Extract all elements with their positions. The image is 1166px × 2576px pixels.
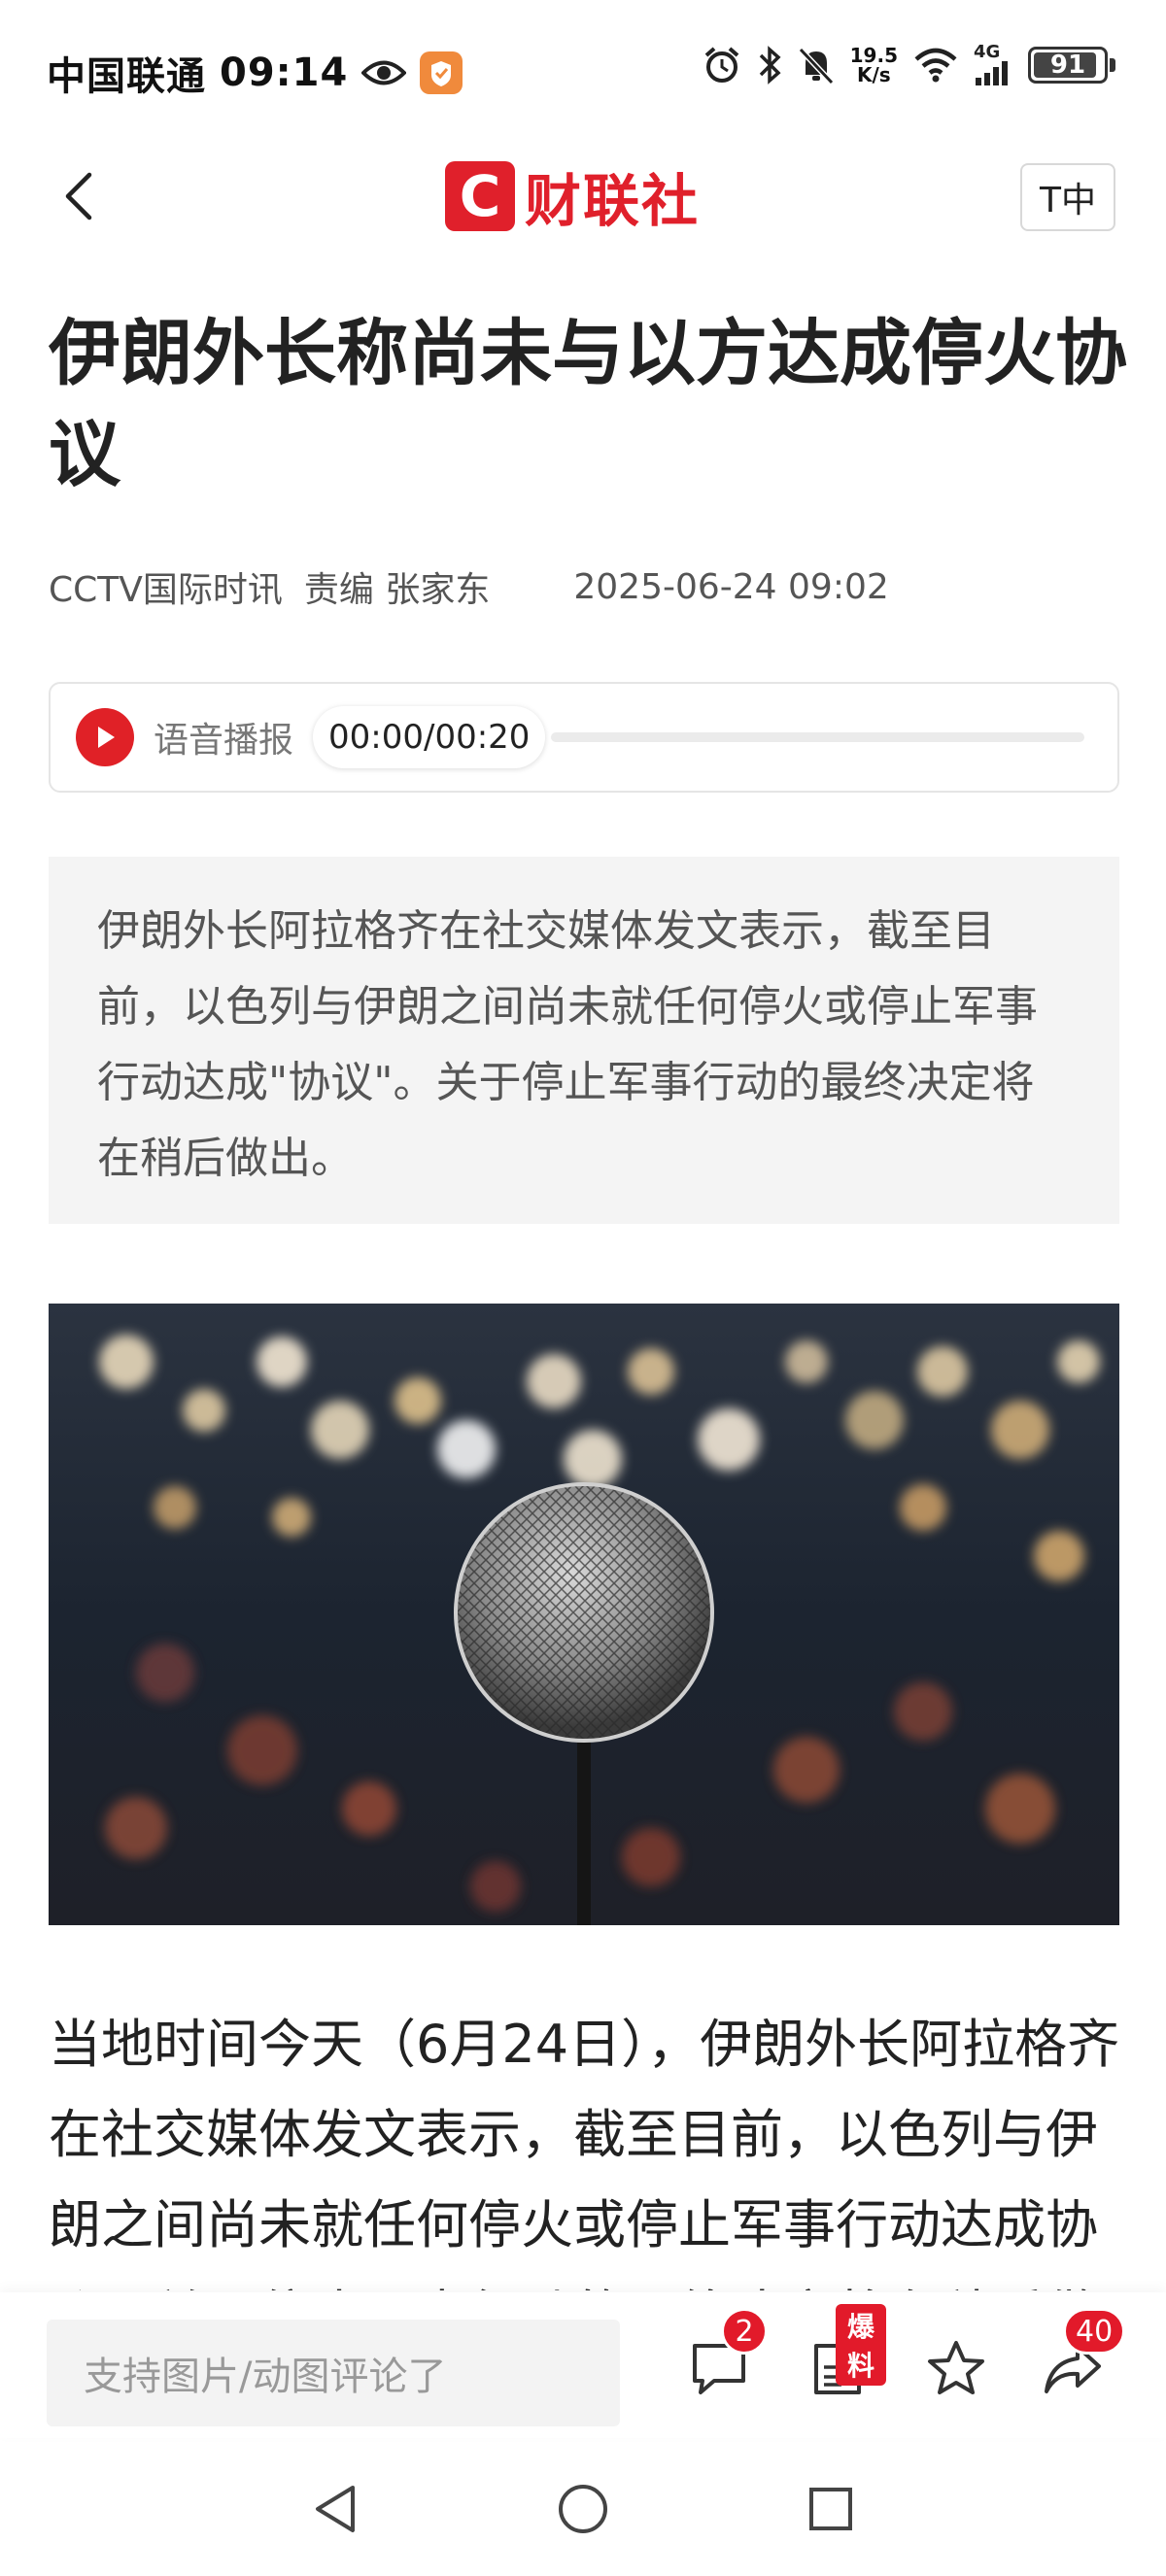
- report-button[interactable]: 爆料: [799, 2304, 887, 2407]
- signal-icon: 4G: [974, 42, 1012, 85]
- share-button[interactable]: 40: [1034, 2308, 1126, 2407]
- mute-bell-icon: [798, 46, 835, 85]
- article-editor: 责编 张家东: [303, 570, 491, 610]
- system-nav-bar: [0, 2438, 1166, 2576]
- nav-bar: C 财联社 T中: [0, 146, 1166, 253]
- status-left: 中国联通 09:14: [47, 45, 463, 101]
- status-right: 19.5 K/s 4G 91: [703, 42, 1115, 85]
- article-meta: CCTV国际时讯 责编 张家东 2025-06-24 09:02: [49, 561, 889, 612]
- audio-player: 语音播报 00:00/00:20: [49, 682, 1119, 793]
- back-button[interactable]: [51, 167, 109, 225]
- network-speed-unit: K/s: [856, 63, 891, 86]
- network-speed: 19.5 K/s: [850, 46, 898, 85]
- article-source[interactable]: CCTV国际时讯: [49, 561, 283, 612]
- clock: 09:14: [220, 51, 349, 95]
- app-shield-icon: [420, 51, 463, 94]
- audio-time[interactable]: 00:00/00:20: [313, 706, 546, 768]
- tip-tag: 爆料: [836, 2304, 887, 2386]
- article-summary: 伊朗外长阿拉格齐在社交媒体发文表示，截至目前，以色列与伊朗之间尚未就任何停火或停…: [49, 857, 1119, 1224]
- bluetooth-icon: [757, 46, 782, 85]
- play-button[interactable]: [76, 708, 134, 766]
- network-type: 4G: [974, 42, 1001, 62]
- network-speed-value: 19.5: [849, 44, 898, 67]
- logo-mark: C: [445, 161, 515, 231]
- eye-icon: [361, 58, 407, 87]
- nav-home-button[interactable]: [549, 2475, 617, 2543]
- font-size-button[interactable]: T中: [1020, 163, 1115, 231]
- comment-count-badge: 2: [721, 2308, 768, 2355]
- microphone-image: [49, 1304, 1119, 1925]
- nav-recents-button[interactable]: [797, 2475, 865, 2543]
- battery-indicator: 91: [1028, 47, 1115, 84]
- alarm-icon: [703, 46, 741, 85]
- article-image: [49, 1304, 1119, 1925]
- nav-home-icon: [559, 2485, 607, 2533]
- battery-percent: 91: [1049, 51, 1086, 80]
- status-bar: 中国联通 09:14 19.5 K/s 4G 91: [0, 0, 1166, 146]
- article-body: 当地时间今天（6月24日），伊朗外长阿拉格齐在社交媒体发文表示，截至目前，以色列…: [49, 2014, 1120, 2290]
- battery-tip: [1110, 58, 1115, 72]
- carrier-name: 中国联通: [47, 54, 206, 99]
- nav-back-icon: [316, 2486, 355, 2532]
- audio-label: 语音播报: [154, 721, 294, 761]
- star-icon: [928, 2341, 984, 2394]
- audio-progress-track[interactable]: [551, 732, 1084, 742]
- wifi-icon: [913, 48, 958, 83]
- app-logo: C 财联社: [445, 155, 700, 237]
- article-datetime: 2025-06-24 09:02: [573, 566, 889, 607]
- comment-button[interactable]: 2: [680, 2308, 768, 2407]
- logo-text: 财联社: [525, 168, 701, 234]
- nav-recents-icon: [809, 2488, 852, 2530]
- battery-icon: 91: [1028, 47, 1108, 84]
- share-count-badge: 40: [1063, 2308, 1126, 2355]
- bottom-toolbar: 支持图片/动图评论了 2 爆料 40: [0, 2292, 1166, 2438]
- comment-input[interactable]: 支持图片/动图评论了: [47, 2320, 620, 2426]
- back-icon: [65, 172, 92, 220]
- article-title: 伊朗外长称尚未与以方达成停火协议: [49, 312, 1127, 496]
- play-icon: [98, 727, 115, 748]
- nav-back-button[interactable]: [301, 2475, 369, 2543]
- favorite-button[interactable]: [917, 2329, 995, 2407]
